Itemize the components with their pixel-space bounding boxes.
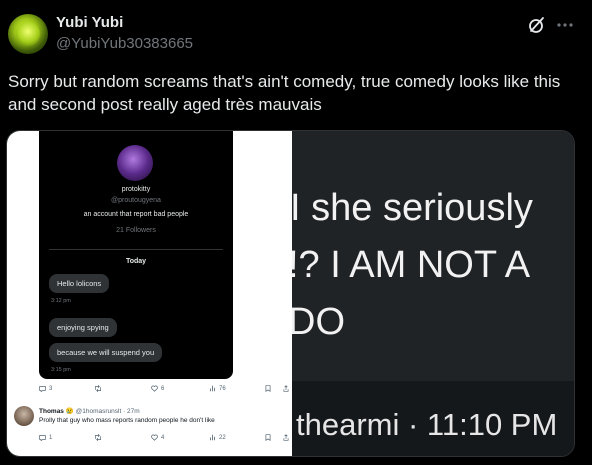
reply-action-row: 1 4 22: [39, 434, 289, 444]
screenshot-text-line: I she seriously: [292, 187, 533, 229]
reply-emoji: 😢: [65, 408, 74, 415]
reply-count: 3: [49, 385, 53, 392]
heart-icon: [151, 385, 158, 392]
tweet-text: Sorry but random screams that's ain't co…: [8, 72, 561, 114]
reply-age: · 27m: [123, 408, 140, 415]
like-count: 6: [161, 385, 165, 392]
more-icon[interactable]: [555, 15, 575, 35]
dm-day-label: Today: [125, 258, 147, 265]
media-right-screenshot[interactable]: I she seriously !? I AM NOT A DO thearmi…: [292, 131, 574, 456]
dm-message: because we will suspend you: [49, 343, 163, 362]
dm-profile-avatar: [117, 145, 153, 181]
author-avatar[interactable]: [8, 14, 48, 54]
grok-icon[interactable]: [527, 15, 547, 35]
dm-profile-handle: @proutougyena: [111, 197, 161, 204]
heart-icon: [151, 434, 158, 441]
avatar-highlight: [16, 22, 40, 46]
share-icon: [283, 385, 289, 392]
tweet-media[interactable]: protokitty @proutougyena an account that…: [6, 130, 575, 457]
views-count: 76: [219, 385, 226, 392]
author-display-name[interactable]: Yubi Yubi: [56, 14, 123, 31]
reply-avatar[interactable]: [14, 406, 34, 426]
share-action[interactable]: [283, 434, 289, 441]
screenshot-footer-strip: thearmi · 11:10 PM: [292, 381, 574, 456]
bookmark-action[interactable]: [265, 434, 271, 441]
reply-meta: Thomas 😢 @1homasrunslt · 27m: [39, 407, 140, 415]
like-count: 4: [161, 434, 165, 441]
reply-text: Prolly that guy who mass reports random …: [39, 417, 215, 424]
post-action-row: 3 6 76: [39, 385, 289, 395]
reply-icon: [39, 386, 46, 392]
dm-profile-followers: 21 Followers: [116, 227, 156, 234]
views-action[interactable]: 76: [209, 385, 226, 392]
dm-message-time: 3:12 pm: [51, 298, 71, 304]
reply-action[interactable]: 1: [39, 434, 52, 441]
share-icon: [283, 434, 289, 441]
screenshot-text-line: DO: [292, 301, 345, 343]
share-action[interactable]: [283, 385, 289, 392]
reply-action[interactable]: 3: [39, 385, 52, 392]
like-action[interactable]: 6: [151, 385, 164, 392]
dm-message: Hello lolicons: [49, 274, 110, 293]
media-left-screenshot[interactable]: protokitty @proutougyena an account that…: [7, 131, 292, 456]
dm-divider: [49, 249, 223, 250]
repost-action[interactable]: [94, 434, 102, 441]
dm-profile-name: protokitty: [121, 186, 151, 193]
dm-message-time: 3:15 pm: [51, 367, 71, 373]
reply-count: 1: [49, 434, 53, 441]
screenshot-footer-text: thearmi · 11:10 PM: [296, 407, 558, 442]
views-count: 22: [219, 434, 226, 441]
author-handle[interactable]: @YubiYub30383665: [56, 35, 193, 52]
screenshot-text-line: !? I AM NOT A: [292, 244, 531, 286]
reply-author-name[interactable]: Thomas: [39, 408, 64, 415]
like-action[interactable]: 4: [151, 434, 164, 441]
dm-message: enjoying spying: [49, 318, 117, 337]
views-icon: [209, 434, 216, 441]
repost-icon: [95, 385, 101, 392]
reply-author-handle[interactable]: @1homasrunslt: [76, 408, 122, 415]
bookmark-icon: [265, 434, 271, 441]
dm-profile-bio: an account that report bad people: [83, 211, 189, 218]
bookmark-action[interactable]: [265, 385, 271, 392]
views-icon: [209, 385, 216, 392]
repost-action[interactable]: [94, 385, 102, 392]
reply-icon: [39, 435, 46, 441]
bookmark-icon: [265, 385, 271, 392]
dm-screenshot: protokitty @proutougyena an account that…: [39, 131, 233, 379]
views-action[interactable]: 22: [209, 434, 226, 441]
repost-icon: [95, 434, 101, 441]
